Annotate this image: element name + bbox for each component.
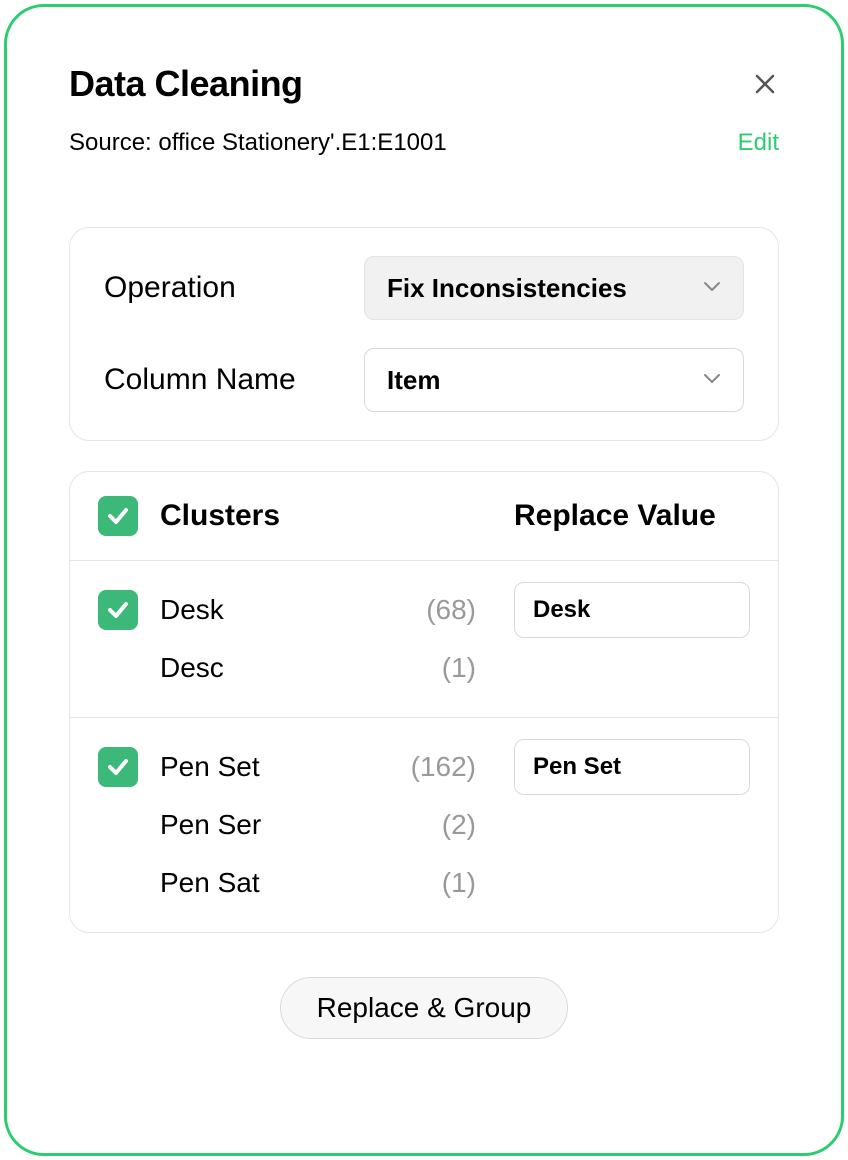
operation-select[interactable]: Fix Inconsistencies xyxy=(364,256,744,320)
cluster-row-left: Pen Set (162) xyxy=(98,747,492,787)
cluster-row-left: Pen Sat (1) xyxy=(98,863,492,903)
variant-count: (1) xyxy=(442,867,476,899)
clusters-card: Clusters Replace Value Desk(68)Desc(1)Pe… xyxy=(69,471,779,933)
cluster-row-left: Desk (68) xyxy=(98,590,492,630)
operation-card: Operation Fix Inconsistencies Column Nam… xyxy=(69,227,779,441)
cluster-row: Pen Sat (1) xyxy=(98,854,750,912)
cluster-row: Desc (1) xyxy=(98,639,750,697)
replace-group-button[interactable]: Replace & Group xyxy=(280,977,569,1039)
cluster-checkbox[interactable] xyxy=(98,590,138,630)
operation-select-value: Fix Inconsistencies xyxy=(387,273,627,304)
variant-count: (162) xyxy=(411,751,476,783)
operation-label: Operation xyxy=(104,271,236,305)
cluster-group: Pen Set (162) Pen Ser (2) Pen Sat (1) xyxy=(70,717,778,932)
variant-name: Desc xyxy=(160,652,420,684)
cluster-checkbox[interactable] xyxy=(98,747,138,787)
source-text: Source: office Stationery'.E1:E1001 xyxy=(69,129,447,157)
checkbox-placeholder xyxy=(98,863,138,903)
edit-link[interactable]: Edit xyxy=(738,129,779,157)
variant-count: (1) xyxy=(442,652,476,684)
column-label: Column Name xyxy=(104,363,296,397)
variant-name: Pen Sat xyxy=(160,867,420,899)
panel-footer: Replace & Group xyxy=(69,977,779,1039)
source-row: Source: office Stationery'.E1:E1001 Edit xyxy=(69,129,779,157)
variant-name: Desk xyxy=(160,594,404,626)
variant-name: Pen Set xyxy=(160,751,389,783)
cluster-row: Desk (68) xyxy=(98,581,750,639)
cluster-group: Desk (68)Desc (1) xyxy=(70,560,778,717)
column-select-value: Item xyxy=(387,365,440,396)
variant-name: Pen Ser xyxy=(160,809,420,841)
chevron-down-icon xyxy=(703,371,721,389)
replace-value-input[interactable] xyxy=(514,739,750,795)
cluster-row: Pen Set (162) xyxy=(98,738,750,796)
variant-count: (68) xyxy=(426,594,476,626)
cluster-row-left: Pen Ser (2) xyxy=(98,805,492,845)
chevron-down-icon xyxy=(703,279,721,297)
checkbox-placeholder xyxy=(98,805,138,845)
replace-value-input[interactable] xyxy=(514,582,750,638)
select-all-checkbox[interactable] xyxy=(98,496,138,536)
column-select[interactable]: Item xyxy=(364,348,744,412)
panel-title: Data Cleaning xyxy=(69,63,303,105)
clusters-header: Clusters Replace Value xyxy=(70,472,778,560)
data-cleaning-panel: Data Cleaning Source: office Stationery'… xyxy=(4,4,844,1156)
operation-row: Operation Fix Inconsistencies xyxy=(104,256,744,320)
cluster-row-left: Desc (1) xyxy=(98,648,492,688)
cluster-row: Pen Ser (2) xyxy=(98,796,750,854)
close-icon[interactable] xyxy=(751,70,779,98)
checkbox-placeholder xyxy=(98,648,138,688)
clusters-header-label: Clusters xyxy=(160,499,280,533)
replace-header-label: Replace Value xyxy=(514,499,750,533)
column-row: Column Name Item xyxy=(104,348,744,412)
panel-header: Data Cleaning xyxy=(69,63,779,105)
variant-count: (2) xyxy=(442,809,476,841)
